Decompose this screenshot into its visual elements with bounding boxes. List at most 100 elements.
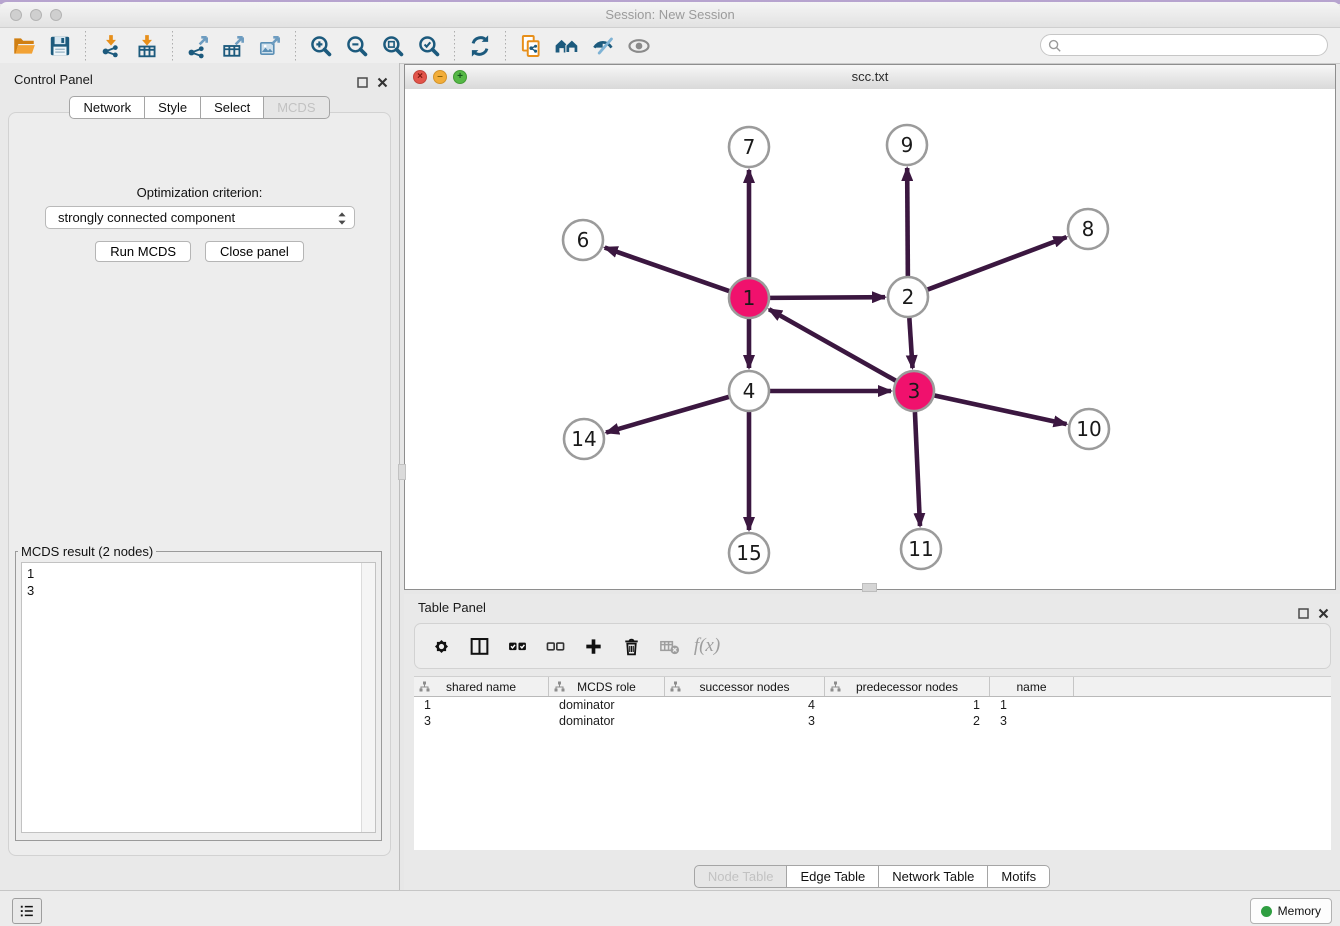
graph-edge-1-2[interactable]: [770, 297, 885, 298]
add-row-button[interactable]: [577, 630, 609, 662]
optimization-criterion-value: strongly connected component: [58, 210, 235, 225]
add-row-icon: [582, 635, 605, 658]
network-home-button[interactable]: [549, 31, 585, 61]
graph-edge-3-11[interactable]: [915, 412, 920, 526]
export-image-button[interactable]: [252, 31, 288, 61]
mcds-result-title: MCDS result (2 nodes): [18, 544, 156, 559]
horizontal-splitter-handle[interactable]: [862, 583, 877, 592]
graph-node-15[interactable]: 15: [729, 533, 769, 573]
graph-node-8[interactable]: 8: [1068, 209, 1108, 249]
float-table-panel-icon[interactable]: [1298, 606, 1309, 624]
deselect-all-rows-button[interactable]: [539, 630, 571, 662]
close-table-panel-icon[interactable]: [1318, 606, 1329, 624]
close-panel-button[interactable]: Close panel: [205, 241, 304, 262]
save-session-button[interactable]: [42, 31, 78, 61]
table-cell[interactable]: 2: [825, 714, 990, 728]
graph-edge-3-10[interactable]: [935, 395, 1067, 424]
graph-edge-3-1[interactable]: [769, 309, 896, 380]
delete-table-button: [653, 630, 685, 662]
open-file-button[interactable]: [6, 31, 42, 61]
memory-label: Memory: [1278, 904, 1321, 918]
table-cell[interactable]: dominator: [549, 698, 665, 712]
table-settings-icon: [430, 635, 453, 658]
table-settings-button[interactable]: [425, 630, 457, 662]
graph-node-11[interactable]: 11: [901, 529, 941, 569]
select-all-rows-button[interactable]: [501, 630, 533, 662]
window-title: Session: New Session: [0, 2, 1340, 27]
table-row[interactable]: 3dominator323: [414, 713, 1331, 729]
column-layout-button[interactable]: [463, 630, 495, 662]
network-window-titlebar[interactable]: × – + scc.txt: [405, 65, 1335, 90]
table-cell[interactable]: dominator: [549, 714, 665, 728]
graph-edge-2-3[interactable]: [909, 318, 912, 368]
graph-edge-2-9[interactable]: [907, 168, 908, 276]
hide-graphics-details-button[interactable]: [585, 31, 621, 61]
import-network-from-file-button[interactable]: [93, 31, 129, 61]
mcds-result-textarea[interactable]: 13: [21, 562, 376, 833]
zoom-in-button[interactable]: [303, 31, 339, 61]
zoom-out-button[interactable]: [339, 31, 375, 61]
tab-edge-table[interactable]: Edge Table: [787, 865, 879, 888]
run-mcds-button[interactable]: Run MCDS: [95, 241, 191, 262]
table-cell[interactable]: 1: [990, 698, 1074, 712]
network-graph-canvas[interactable]: 7 9 6 8 1 2 4 3 14 10 15 11: [405, 89, 1335, 589]
result-scrollbar[interactable]: [361, 563, 375, 832]
tab-network[interactable]: Network: [69, 96, 145, 119]
table-cell[interactable]: 3: [665, 714, 825, 728]
column-header-shared-name[interactable]: shared name: [414, 677, 549, 696]
graph-edge-4-14[interactable]: [606, 397, 729, 433]
task-history-button[interactable]: [12, 898, 42, 924]
table-cell[interactable]: 3: [414, 714, 549, 728]
clone-network-button[interactable]: [513, 31, 549, 61]
tab-node-table[interactable]: Node Table: [694, 865, 788, 888]
graph-edge-2-8[interactable]: [928, 237, 1067, 289]
import-network-from-file-icon: [98, 33, 124, 59]
import-table-from-file-icon: [134, 33, 160, 59]
close-panel-icon[interactable]: [377, 75, 388, 93]
zoom-selected-region-button[interactable]: [411, 31, 447, 61]
tab-mcds[interactable]: MCDS: [264, 96, 329, 119]
show-graphics-details-button[interactable]: [621, 31, 657, 61]
control-panel-title: Control Panel: [14, 72, 93, 87]
table-cell[interactable]: 3: [990, 714, 1074, 728]
graph-node-1[interactable]: 1: [729, 278, 769, 318]
column-header-MCDS-role[interactable]: MCDS role: [549, 677, 665, 696]
table-cell[interactable]: 1: [414, 698, 549, 712]
memory-button[interactable]: Memory: [1250, 898, 1332, 924]
table-cell[interactable]: 4: [665, 698, 825, 712]
toolbar-separator: [454, 31, 455, 61]
column-layout-icon: [468, 635, 491, 658]
table-panel: Table Panel f(x) shared nameMCDS rolesuc…: [404, 594, 1340, 890]
graph-node-9[interactable]: 9: [887, 125, 927, 165]
graph-node-6[interactable]: 6: [563, 220, 603, 260]
graph-edge-1-6[interactable]: [605, 248, 729, 291]
table-header-row: shared nameMCDS rolesuccessor nodesprede…: [414, 677, 1331, 697]
delete-row-button[interactable]: [615, 630, 647, 662]
tab-network-table[interactable]: Network Table: [879, 865, 988, 888]
tab-style[interactable]: Style: [145, 96, 201, 119]
import-table-from-file-button[interactable]: [129, 31, 165, 61]
table-row[interactable]: 1dominator411: [414, 697, 1331, 713]
column-header-successor-nodes[interactable]: successor nodes: [665, 677, 825, 696]
optimization-criterion-select[interactable]: strongly connected component: [45, 206, 355, 229]
graph-node-2[interactable]: 2: [888, 277, 928, 317]
float-panel-icon[interactable]: [357, 75, 368, 93]
graph-node-10[interactable]: 10: [1069, 409, 1109, 449]
graph-node-3[interactable]: 3: [894, 371, 934, 411]
zoom-fit-content-button[interactable]: [375, 31, 411, 61]
export-table-button[interactable]: [216, 31, 252, 61]
apply-preferred-layout-button[interactable]: [462, 31, 498, 61]
column-header-predecessor-nodes[interactable]: predecessor nodes: [825, 677, 990, 696]
graph-node-14[interactable]: 14: [564, 419, 604, 459]
export-network-button[interactable]: [180, 31, 216, 61]
search-input[interactable]: [1067, 36, 1321, 56]
table-cell[interactable]: 1: [825, 698, 990, 712]
graph-node-7[interactable]: 7: [729, 127, 769, 167]
vertical-splitter-handle[interactable]: [398, 464, 406, 480]
tab-motifs[interactable]: Motifs: [988, 865, 1050, 888]
mcds-result-lines: 13: [27, 565, 34, 599]
search-box[interactable]: [1040, 34, 1328, 56]
tab-select[interactable]: Select: [201, 96, 264, 119]
graph-node-4[interactable]: 4: [729, 371, 769, 411]
column-header-name[interactable]: name: [990, 677, 1074, 696]
